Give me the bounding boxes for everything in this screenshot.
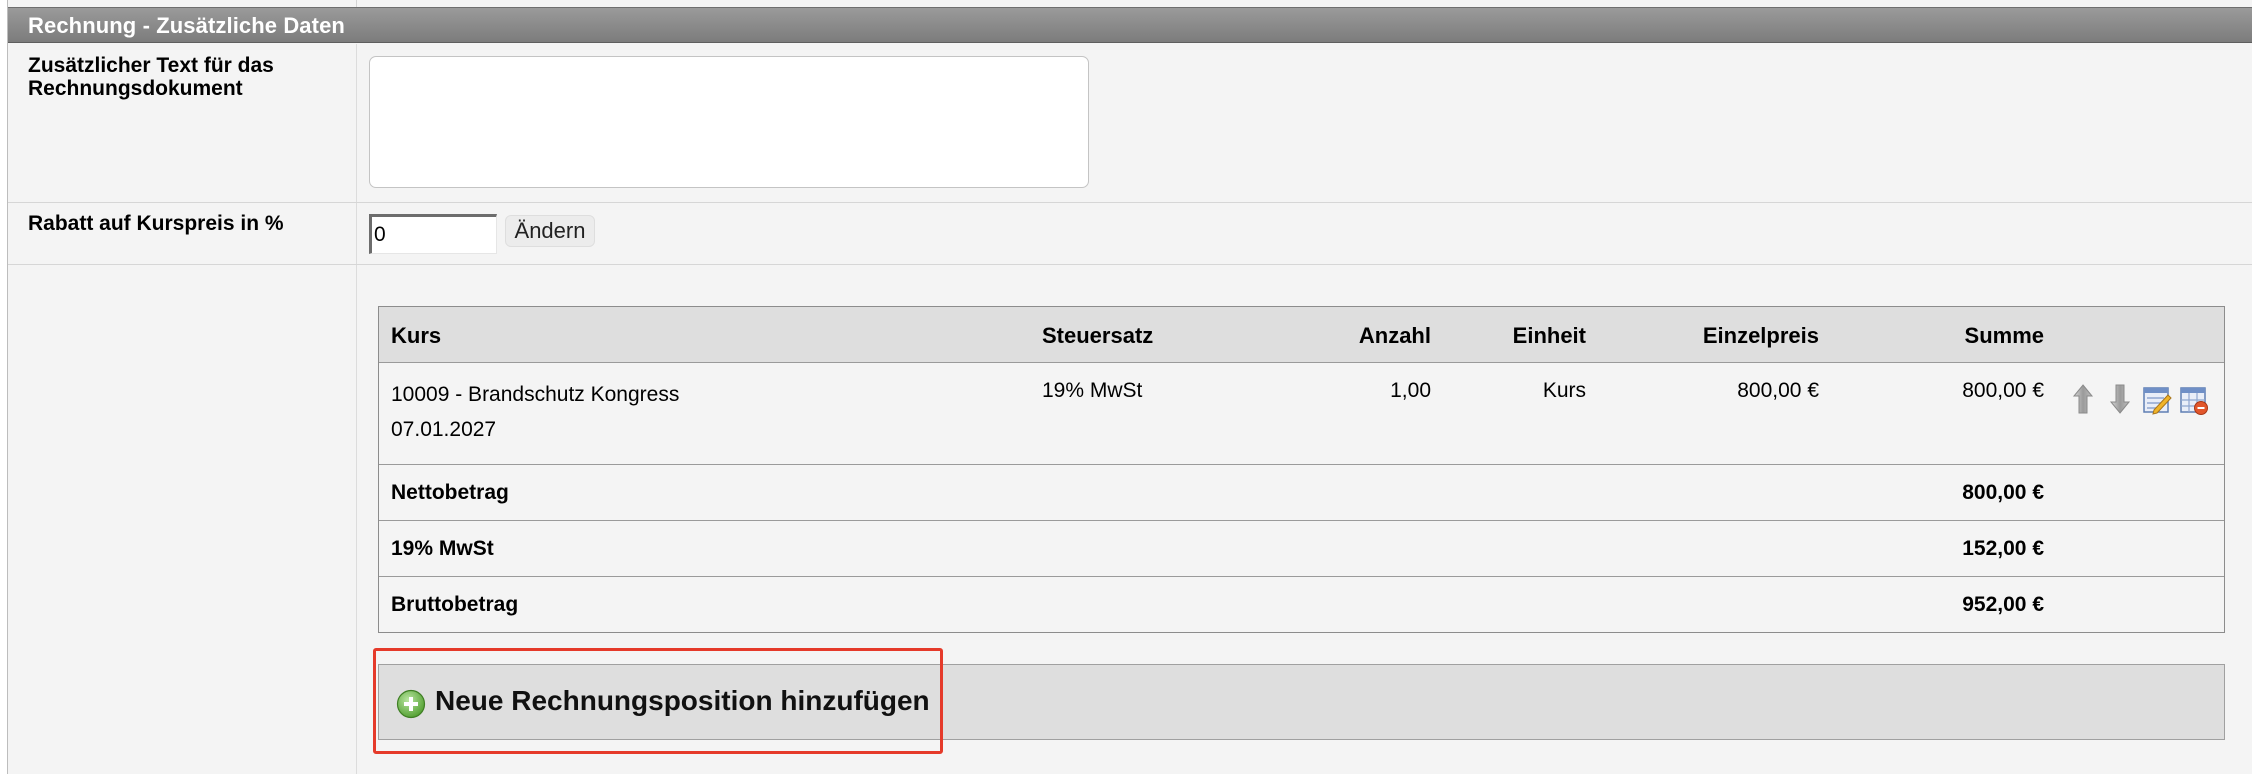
header-kurs: Kurs — [391, 323, 442, 348]
tax-rate: 19% MwSt — [1042, 379, 1143, 402]
header-steuersatz: Steuersatz — [1042, 323, 1154, 348]
tax-amount-value: 152,00 € — [1962, 537, 2044, 560]
row-divider — [379, 464, 2224, 465]
edit-icon[interactable] — [2142, 383, 2172, 415]
course-name: 10009 - Brandschutz Kongress — [391, 383, 680, 406]
row-divider — [8, 264, 2252, 265]
row-divider — [8, 202, 2252, 203]
net-amount-value: 800,00 € — [1962, 481, 2044, 504]
header-anzahl: Anzahl — [1358, 323, 1431, 348]
invoice-positions-table: Kurs Steuersatz Anzahl Einheit Einzelpre… — [378, 306, 2225, 633]
invoice-extra-data-panel: Rechnung - Zusätzliche Daten Zusätzliche… — [7, 0, 2252, 774]
row-divider — [379, 520, 2224, 521]
unit-price: 800,00 € — [1737, 379, 1819, 402]
gross-amount-label: Bruttobetrag — [391, 593, 519, 616]
extra-text-textarea[interactable] — [369, 56, 1089, 188]
section-header: Rechnung - Zusätzliche Daten — [8, 7, 2252, 43]
change-discount-button[interactable]: Ändern — [505, 215, 595, 247]
delete-icon[interactable] — [2179, 383, 2209, 415]
header-einzelpreis: Einzelpreis — [1702, 323, 1819, 348]
section-title: Rechnung - Zusätzliche Daten — [28, 13, 345, 38]
discount-label: Rabatt auf Kurspreis in % — [28, 212, 284, 235]
column-divider — [356, 44, 357, 774]
highlight-box — [373, 648, 943, 754]
arrow-down-icon[interactable] — [2105, 383, 2135, 415]
table-header: Kurs Steuersatz Anzahl Einheit Einzelpre… — [379, 307, 2224, 363]
gross-amount-value: 952,00 € — [1962, 593, 2044, 616]
arrow-up-icon[interactable] — [2068, 383, 2098, 415]
quantity: 1,00 — [1390, 379, 1431, 402]
header-summe: Summe — [1964, 323, 2044, 348]
unit: Kurs — [1542, 379, 1586, 402]
net-amount-label: Nettobetrag — [391, 481, 509, 504]
course-date: 07.01.2027 — [391, 418, 497, 441]
tax-amount-label: 19% MwSt — [391, 537, 494, 560]
discount-input[interactable]: 0 — [369, 214, 497, 254]
extra-text-label: Zusätzlicher Text für das Rechnungsdokum… — [28, 54, 274, 100]
row-divider — [379, 576, 2224, 577]
line-total: 800,00 € — [1962, 379, 2044, 402]
header-einheit: Einheit — [1512, 323, 1586, 348]
